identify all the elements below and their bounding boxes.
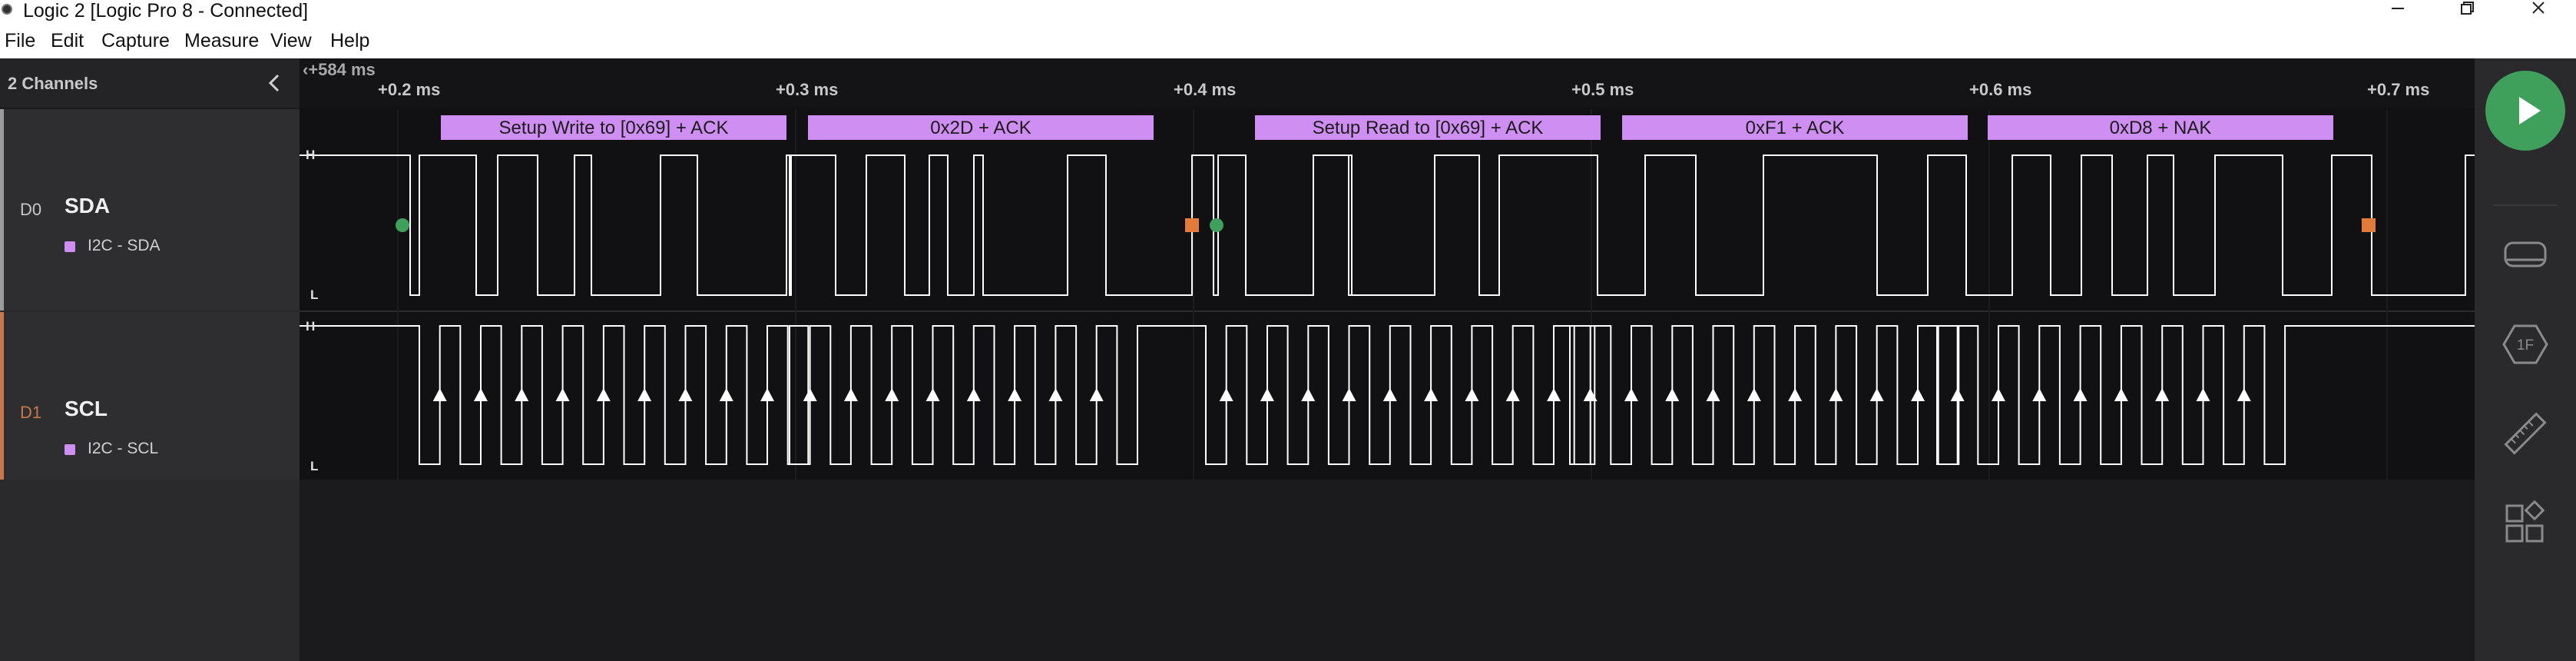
sda-high-label: H [306, 148, 315, 162]
start-condition-marker [1210, 218, 1223, 232]
play-icon [2519, 97, 2541, 125]
channel-row-sda[interactable]: D0 SDA I2C - SDA [0, 109, 300, 311]
svg-text:1F: 1F [2517, 337, 2534, 354]
collapse-sidebar-button[interactable] [261, 69, 289, 97]
channel-index: D0 [20, 200, 42, 219]
right-toolbar: 1F [2475, 58, 2576, 661]
time-tick: +0.4 ms [1174, 80, 1237, 99]
menu-help[interactable]: Help [330, 23, 369, 58]
channel-count: 2 Channels [8, 74, 98, 93]
extensions-icon [2505, 500, 2545, 543]
menu-measure[interactable]: Measure [184, 23, 259, 58]
minimize-button[interactable] [2367, 0, 2429, 23]
scl-high-label: H [306, 319, 315, 334]
close-button[interactable] [2508, 0, 2570, 23]
analyzer-label: I2C - SDA [88, 237, 161, 254]
channel-color-bar [0, 312, 4, 480]
close-icon [2532, 2, 2545, 14]
channel-index: D1 [20, 403, 42, 422]
chevron-left-icon [268, 74, 280, 92]
waveform-canvas: Setup Write to [0x69] + ACK 0x2D + ACK Set… [300, 109, 2475, 480]
channel-row-scl[interactable]: D1 SCL I2C - SCL [0, 312, 300, 480]
stop-condition-marker [1185, 218, 1199, 232]
menu-edit[interactable]: Edit [51, 23, 84, 58]
decoded-frame-label: 0xD8 + NAK [2110, 118, 2212, 138]
channel-name[interactable]: SDA [65, 194, 110, 218]
sda-low-label: L [310, 287, 318, 302]
time-offset: ‹+584 ms [303, 60, 376, 79]
channel-name[interactable]: SCL [65, 397, 108, 421]
start-condition-marker [396, 218, 409, 232]
menu-file[interactable]: File [5, 23, 35, 58]
capture-empty-area [300, 480, 2475, 661]
measure-button[interactable] [2502, 410, 2548, 457]
scl-low-label: L [310, 459, 318, 473]
decoded-frame-label: Setup Read to [0x69] + ACK [1313, 118, 1544, 138]
menu-bar: File Edit Capture Measure View Help [0, 23, 2576, 58]
analyzers-button[interactable]: 1F [2502, 321, 2548, 367]
analyzer-color-swatch [65, 444, 75, 455]
decoded-frame-label: 0x2D + ACK [930, 118, 1031, 138]
restore-icon [2461, 2, 2474, 15]
decoded-frame-label: 0xF1 + ACK [1746, 118, 1845, 138]
analyzer-color-swatch [65, 241, 75, 252]
time-tick: +0.2 ms [378, 80, 441, 99]
decoded-frame-label: Setup Write to [0x69] + ACK [498, 118, 728, 138]
waveform-area[interactable]: Setup Write to [0x69] + ACK 0x2D + ACK Set… [300, 109, 2475, 480]
channels-sidebar: 2 Channels D0 SDA I2C - SDA D1 SCL I2C -… [0, 58, 300, 661]
start-capture-button[interactable] [2485, 71, 2565, 151]
channel-color-bar [0, 109, 4, 311]
time-tick: +0.6 ms [1969, 80, 2032, 99]
menu-view[interactable]: View [270, 23, 312, 58]
stop-condition-marker [2362, 218, 2376, 232]
annotations-button[interactable] [2502, 232, 2548, 278]
analyzers-icon: 1F [2502, 324, 2548, 364]
annotations-icon [2504, 241, 2547, 267]
toolbar-divider [2493, 204, 2558, 206]
extensions-button[interactable] [2502, 500, 2548, 546]
analyzer-label: I2C - SCL [88, 440, 159, 457]
time-tick: +0.7 ms [2367, 80, 2430, 99]
menu-capture[interactable]: Capture [101, 23, 170, 58]
time-tick: +0.5 ms [1571, 80, 1634, 99]
restore-button[interactable] [2436, 0, 2498, 23]
channels-header: 2 Channels [0, 58, 300, 109]
title-bar: Logic 2 [Logic Pro 8 - Connected] [0, 0, 2576, 23]
time-ruler[interactable]: ‹+584 ms +0.2 ms +0.3 ms +0.4 ms +0.5 ms… [300, 58, 2475, 109]
app-logo-icon [2, 4, 12, 15]
minimize-icon [2392, 8, 2404, 9]
time-tick: +0.3 ms [776, 80, 839, 99]
window-title: Logic 2 [Logic Pro 8 - Connected] [23, 0, 309, 22]
measure-icon [2504, 412, 2547, 455]
